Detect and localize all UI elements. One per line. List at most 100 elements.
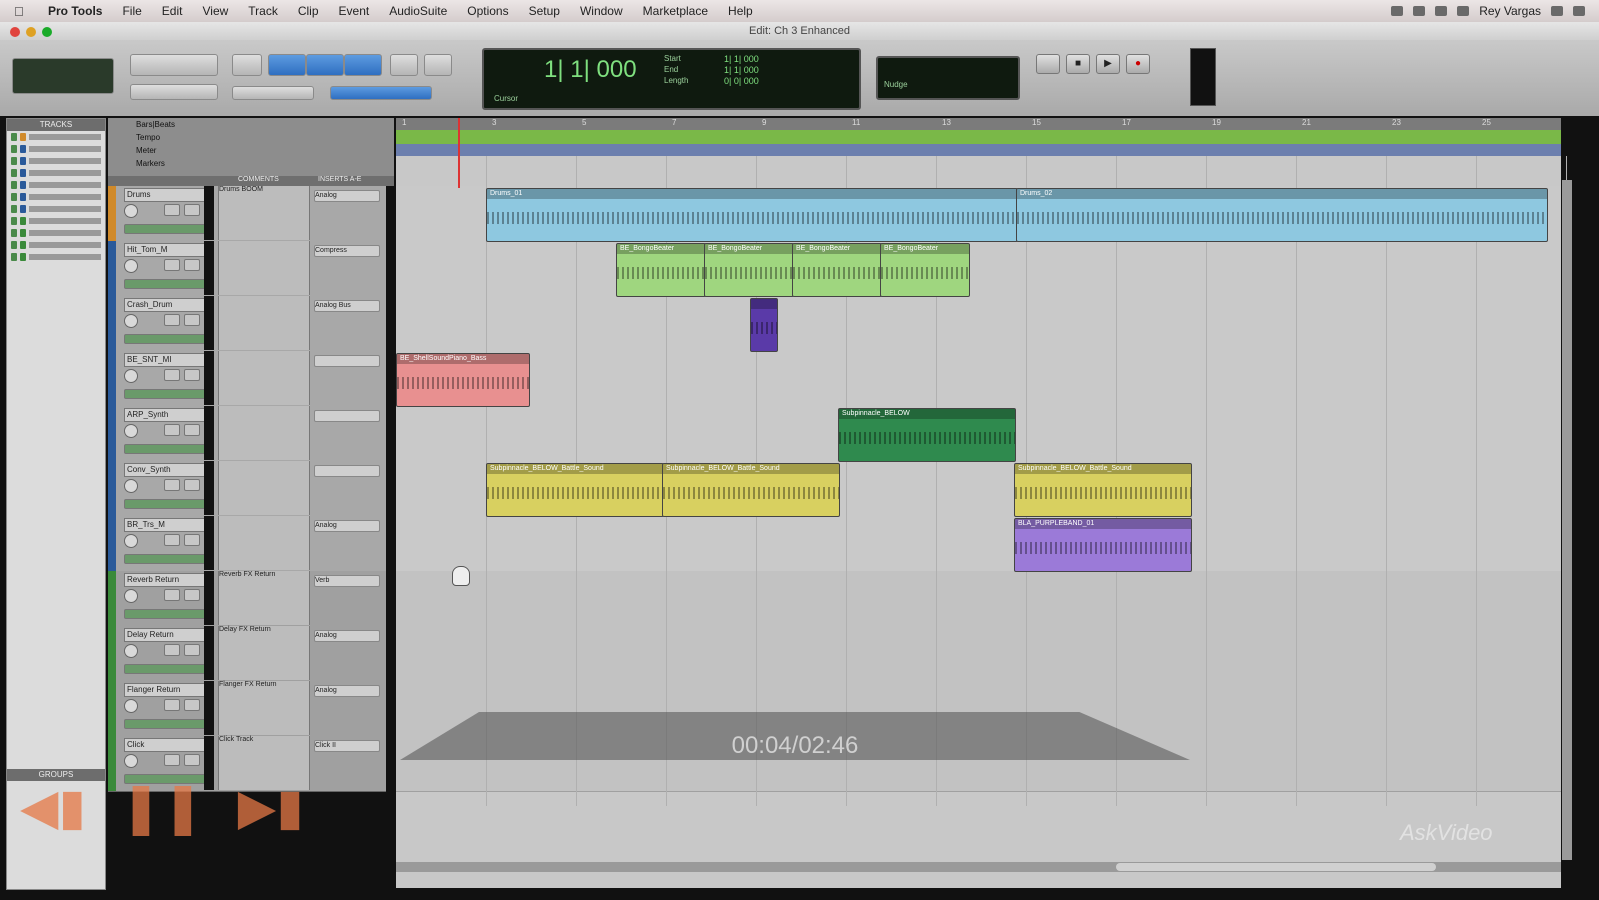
track-show-icon[interactable]	[11, 241, 17, 249]
record-button[interactable]: ●	[1126, 54, 1150, 74]
insert-slot[interactable]: Analog	[314, 520, 380, 532]
track-name[interactable]: Conv_Synth	[124, 463, 212, 477]
track-list-item[interactable]	[11, 181, 101, 191]
track-comment[interactable]	[218, 241, 310, 295]
audio-clip[interactable]	[750, 298, 778, 352]
insert-slot[interactable]: Analog	[314, 190, 380, 202]
track-show-icon[interactable]	[11, 253, 17, 261]
insert-slot[interactable]: Analog	[314, 630, 380, 642]
close-window-button[interactable]	[10, 27, 20, 37]
track-comment[interactable]	[218, 461, 310, 515]
menu-audiosuite[interactable]: AudioSuite	[389, 4, 447, 18]
track-show-icon[interactable]	[11, 205, 17, 213]
tracks-list-header[interactable]: TRACKS	[7, 119, 105, 131]
play-button[interactable]: ▶	[1096, 54, 1120, 74]
insert-slot[interactable]: Analog	[314, 685, 380, 697]
record-enable-button[interactable]	[124, 644, 138, 658]
audio-clip[interactable]: Subpinnacle_BELOW	[838, 408, 1016, 462]
pause-icon[interactable]: ❚❚	[120, 778, 204, 836]
pencil-tool-button[interactable]	[424, 54, 452, 76]
playlist-selector[interactable]	[124, 279, 206, 289]
track-header[interactable]: BR_Trs_M Analog	[108, 516, 386, 572]
selector-tool-button[interactable]	[306, 54, 344, 76]
track-show-icon[interactable]	[11, 133, 17, 141]
marker-ruler[interactable]	[396, 144, 1561, 156]
audio-clip[interactable]: BE_ShellSoundPiano_Bass	[396, 353, 530, 407]
track-list-item[interactable]	[11, 157, 101, 167]
solo-button[interactable]	[164, 424, 180, 436]
track-list-item[interactable]	[11, 169, 101, 179]
start-value[interactable]: 1| 1| 000	[724, 54, 759, 64]
playlist-selector[interactable]	[124, 334, 206, 344]
mute-button[interactable]	[184, 699, 200, 711]
end-value[interactable]: 1| 1| 000	[724, 65, 759, 75]
ruler-meter[interactable]: Meter	[108, 144, 394, 157]
zoom-window-button[interactable]	[42, 27, 52, 37]
insert-slot[interactable]	[314, 410, 380, 422]
edit-options-buttons[interactable]	[232, 86, 314, 100]
solo-button[interactable]	[164, 204, 180, 216]
menu-edit[interactable]: Edit	[162, 4, 183, 18]
insert-slot[interactable]: Verb	[314, 575, 380, 587]
playhead-marker[interactable]	[458, 118, 460, 188]
track-name[interactable]: Reverb Return	[124, 573, 212, 587]
track-name[interactable]: BE_SNT_MI	[124, 353, 212, 367]
track-header[interactable]: Crash_Drum Analog Bus	[108, 296, 386, 352]
solo-button[interactable]	[164, 314, 180, 326]
solo-button[interactable]	[164, 534, 180, 546]
tempo-ruler[interactable]	[396, 130, 1561, 144]
grid-nudge-buttons[interactable]	[330, 86, 432, 100]
playlist-selector[interactable]	[124, 389, 206, 399]
solo-button[interactable]	[164, 369, 180, 381]
track-header[interactable]: BE_SNT_MI	[108, 351, 386, 407]
ruler-bars-beats[interactable]: Bars|Beats	[108, 118, 394, 131]
zoomer-tool-button[interactable]	[232, 54, 262, 76]
main-counter[interactable]: 1| 1| 000 Start End Length 1| 1| 000 1| …	[482, 48, 861, 110]
track-header[interactable]: Delay Return Delay FX Return Analog	[108, 626, 386, 682]
audio-clip[interactable]: Subpinnacle_BELOW_Battle_Sound	[1014, 463, 1192, 517]
solo-button[interactable]	[164, 644, 180, 656]
track-name[interactable]: Crash_Drum	[124, 298, 212, 312]
track-name[interactable]: Hit_Tom_M	[124, 243, 212, 257]
playlist-selector[interactable]	[124, 719, 206, 729]
zoom-preset-display[interactable]	[12, 58, 114, 94]
record-enable-button[interactable]	[124, 589, 138, 603]
mute-button[interactable]	[184, 424, 200, 436]
track-show-icon[interactable]	[11, 229, 17, 237]
apple-icon[interactable]: 	[14, 4, 38, 19]
track-name[interactable]: ARP_Synth	[124, 408, 212, 422]
audio-clip[interactable]: Subpinnacle_BELOW_Battle_Sound	[662, 463, 840, 517]
insert-slot[interactable]: Click II	[314, 740, 380, 752]
mute-button[interactable]	[184, 644, 200, 656]
track-comment[interactable]: Delay FX Return	[218, 626, 310, 680]
track-header[interactable]: Reverb Return Reverb FX Return Verb	[108, 571, 386, 627]
notification-center-icon[interactable]	[1573, 6, 1585, 16]
record-enable-button[interactable]	[124, 754, 138, 768]
playlist-selector[interactable]	[124, 664, 206, 674]
record-enable-button[interactable]	[124, 699, 138, 713]
track-name[interactable]: Flanger Return	[124, 683, 212, 697]
track-header[interactable]: Conv_Synth	[108, 461, 386, 517]
rewind-icon[interactable]: ◀▮	[20, 778, 86, 836]
track-list-item[interactable]	[11, 133, 101, 143]
menu-app[interactable]: Pro Tools	[48, 4, 102, 18]
menu-clip[interactable]: Clip	[298, 4, 319, 18]
solo-button[interactable]	[164, 754, 180, 766]
playlist-selector[interactable]	[124, 609, 206, 619]
vertical-scrollbar[interactable]	[1562, 180, 1572, 860]
track-comment[interactable]	[218, 296, 310, 350]
zoom-buttons[interactable]	[130, 84, 218, 100]
playlist-selector[interactable]	[124, 554, 206, 564]
user-name[interactable]: Rey Vargas	[1479, 4, 1541, 18]
solo-button[interactable]	[164, 699, 180, 711]
mute-button[interactable]	[184, 369, 200, 381]
track-show-icon[interactable]	[11, 181, 17, 189]
record-enable-button[interactable]	[124, 314, 138, 328]
audio-clip[interactable]: Drums_01	[486, 188, 1018, 242]
length-value[interactable]: 0| 0| 000	[724, 76, 759, 86]
volume-icon[interactable]	[1435, 6, 1448, 16]
track-show-icon[interactable]	[11, 217, 17, 225]
bluetooth-icon[interactable]	[1413, 6, 1426, 16]
mute-button[interactable]	[184, 479, 200, 491]
menu-setup[interactable]: Setup	[529, 4, 560, 18]
